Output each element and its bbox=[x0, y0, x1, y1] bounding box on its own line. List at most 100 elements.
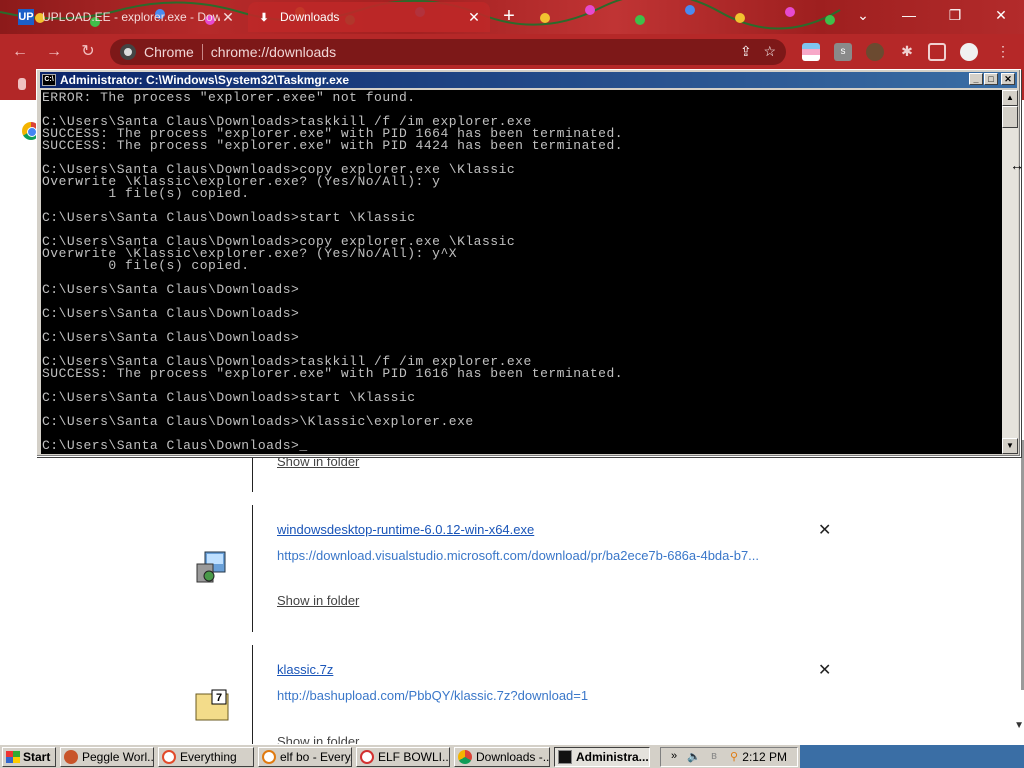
console-line: C:\Users\Santa Claus\Downloads> bbox=[42, 282, 300, 297]
volume-icon[interactable]: 🔈 bbox=[687, 750, 701, 764]
console-line: C:\Users\Santa Claus\Downloads> bbox=[42, 306, 300, 321]
download-file-name[interactable]: windowsdesktop-runtime-6.0.12-win-x64.ex… bbox=[277, 522, 534, 537]
omnibox-divider bbox=[201, 44, 203, 60]
taskbar-item-elf-bowling[interactable]: ELF BOWLI... bbox=[356, 747, 450, 767]
extensions-puzzle-icon[interactable]: ✱ bbox=[898, 43, 916, 61]
console-line: C:\Users\Santa Claus\Downloads>start \Kl… bbox=[42, 210, 416, 225]
console-line: C:\Users\Santa Claus\Downloads>\Klassic\… bbox=[42, 414, 474, 429]
taskbar: Start Peggle Worl... Everything elf bo -… bbox=[0, 744, 1024, 768]
cmd-window: C:\ Administrator: C:\Windows\System32\T… bbox=[36, 69, 1021, 457]
download-url[interactable]: https://download.visualstudio.microsoft.… bbox=[277, 548, 759, 563]
search-icon bbox=[262, 750, 276, 764]
everything-icon bbox=[162, 750, 176, 764]
chrome-icon bbox=[458, 750, 472, 764]
7z-archive-icon: 7 bbox=[195, 689, 229, 721]
tab-search-icon[interactable]: ⌄ bbox=[840, 0, 886, 30]
omnibox[interactable]: Chrome chrome://downloads ⇪ ☆ bbox=[110, 39, 786, 65]
remove-download-button[interactable]: ✕ bbox=[818, 660, 831, 680]
resize-cursor-icon: ↔ bbox=[1010, 157, 1024, 173]
minimize-button[interactable]: — bbox=[886, 0, 932, 30]
console-line: C:\Users\Santa Claus\Downloads> bbox=[42, 330, 300, 345]
profile-avatar[interactable] bbox=[960, 43, 978, 61]
chrome-icon bbox=[120, 44, 136, 60]
side-panel-icon[interactable] bbox=[928, 43, 946, 61]
cmd-icon: C:\ bbox=[42, 74, 56, 86]
tab-downloads[interactable]: ⬇ Downloads ✕ bbox=[248, 2, 490, 32]
close-window-button[interactable]: ✕ bbox=[978, 0, 1024, 30]
start-label: Start bbox=[23, 750, 51, 764]
new-tab-button[interactable]: + bbox=[498, 6, 520, 28]
tab-title: Downloads bbox=[280, 10, 340, 24]
cmd-icon bbox=[558, 750, 572, 764]
download-item-divider bbox=[252, 505, 253, 632]
scroll-down-icon[interactable]: ▼ bbox=[1014, 720, 1024, 731]
download-url[interactable]: http://bashupload.com/PbbQY/klassic.7z?d… bbox=[277, 688, 588, 703]
console-line: 0 file(s) copied. bbox=[42, 258, 250, 273]
restore-button[interactable]: ❐ bbox=[932, 0, 978, 30]
chrome-menu-icon[interactable]: ⋮ bbox=[994, 43, 1012, 61]
console-line: C:\Users\Santa Claus\Downloads>_ bbox=[42, 438, 308, 453]
system-tray: » 🔈 ʙ ⚲ 2:12 PM bbox=[660, 747, 798, 767]
cmd-minimize-button[interactable]: _ bbox=[969, 73, 983, 85]
console-line: ERROR: The process "explorer.exee" not f… bbox=[42, 90, 416, 105]
tab-close-icon[interactable]: ✕ bbox=[220, 9, 236, 26]
bluetooth-icon[interactable]: ʙ bbox=[707, 750, 721, 764]
remove-download-button[interactable]: ✕ bbox=[818, 520, 831, 540]
peggle-icon bbox=[64, 750, 78, 764]
console-output[interactable]: ERROR: The process "explorer.exee" not f… bbox=[41, 90, 1002, 454]
clock[interactable]: 2:12 PM bbox=[742, 750, 787, 764]
console-line: SUCCESS: The process "explorer.exe" with… bbox=[42, 366, 624, 381]
site-chip: Chrome bbox=[144, 44, 194, 60]
taskbar-item-elf-bo-everything[interactable]: elf bo - Every... bbox=[258, 747, 352, 767]
console-line: C:\Users\Santa Claus\Downloads>start \Kl… bbox=[42, 390, 416, 405]
search-icon[interactable]: ⚲ bbox=[727, 750, 741, 764]
taskbar-item-label: Downloads -... bbox=[476, 750, 550, 764]
omnibox-actions: ⇪ ☆ bbox=[740, 43, 776, 59]
reload-icon[interactable]: ↻ bbox=[78, 42, 98, 62]
taskbar-item-everything[interactable]: Everything bbox=[158, 747, 254, 767]
browser-toolbar: ← → ↻ Chrome chrome://downloads ⇪ ☆ s ✱ … bbox=[0, 34, 1024, 70]
scroll-thumb[interactable] bbox=[1002, 106, 1018, 128]
cmd-title-bar[interactable]: C:\ Administrator: C:\Windows\System32\T… bbox=[40, 72, 1017, 88]
taskbar-item-label: Everything bbox=[180, 750, 237, 764]
download-file-name[interactable]: klassic.7z bbox=[277, 662, 333, 677]
scroll-down-icon[interactable]: ▼ bbox=[1002, 438, 1018, 454]
mic-icon[interactable] bbox=[18, 78, 26, 90]
flag-extension-icon[interactable] bbox=[802, 43, 820, 61]
svg-text:7: 7 bbox=[216, 692, 222, 704]
taskbar-item-label: ELF BOWLI... bbox=[378, 750, 450, 764]
taskbar-item-peggle[interactable]: Peggle Worl... bbox=[60, 747, 154, 767]
avatar-extension-icon[interactable] bbox=[866, 43, 884, 61]
show-in-folder-link[interactable]: Show in folder bbox=[277, 593, 359, 608]
upload-ee-icon: UP bbox=[18, 9, 34, 25]
taskbar-item-administrator[interactable]: Administra... bbox=[554, 747, 650, 767]
tab-title: UPLOAD.EE - explorer.exe - Down bbox=[42, 10, 220, 24]
scroll-up-icon[interactable]: ▲ bbox=[1002, 90, 1018, 106]
forward-icon[interactable]: → bbox=[44, 42, 64, 62]
taskbar-item-label: Peggle Worl... bbox=[82, 750, 154, 764]
download-item-divider bbox=[252, 645, 253, 745]
download-item-divider bbox=[252, 455, 253, 492]
url-text: chrome://downloads bbox=[210, 44, 337, 60]
installer-icon bbox=[196, 551, 226, 583]
browser-tab-strip: UP UPLOAD.EE - explorer.exe - Down ✕ ⬇ D… bbox=[0, 0, 1024, 34]
cmd-maximize-button[interactable]: □ bbox=[984, 73, 998, 85]
start-button[interactable]: Start bbox=[2, 747, 56, 767]
windows-flag-icon bbox=[6, 751, 20, 763]
taskbar-item-label: elf bo - Every... bbox=[280, 750, 352, 764]
tab-upload-ee[interactable]: UP UPLOAD.EE - explorer.exe - Down ✕ bbox=[10, 2, 244, 32]
download-icon: ⬇ bbox=[259, 11, 269, 24]
console-scrollbar[interactable]: ▲ ▼ bbox=[1002, 90, 1018, 454]
tray-expand-icon[interactable]: » bbox=[667, 750, 681, 764]
cmd-title: Administrator: C:\Windows\System32\Taskm… bbox=[60, 73, 350, 87]
s-extension-icon[interactable]: s bbox=[834, 43, 852, 61]
taskbar-item-label: Administra... bbox=[576, 750, 649, 764]
console-line: SUCCESS: The process "explorer.exe" with… bbox=[42, 138, 624, 153]
desktop-background bbox=[800, 745, 1024, 768]
back-icon[interactable]: ← bbox=[10, 42, 30, 62]
console-line: 1 file(s) copied. bbox=[42, 186, 250, 201]
everything-icon bbox=[360, 750, 374, 764]
taskbar-item-downloads[interactable]: Downloads -... bbox=[454, 747, 550, 767]
tab-close-icon[interactable]: ✕ bbox=[466, 9, 482, 26]
cmd-close-button[interactable]: ✕ bbox=[1001, 73, 1015, 85]
